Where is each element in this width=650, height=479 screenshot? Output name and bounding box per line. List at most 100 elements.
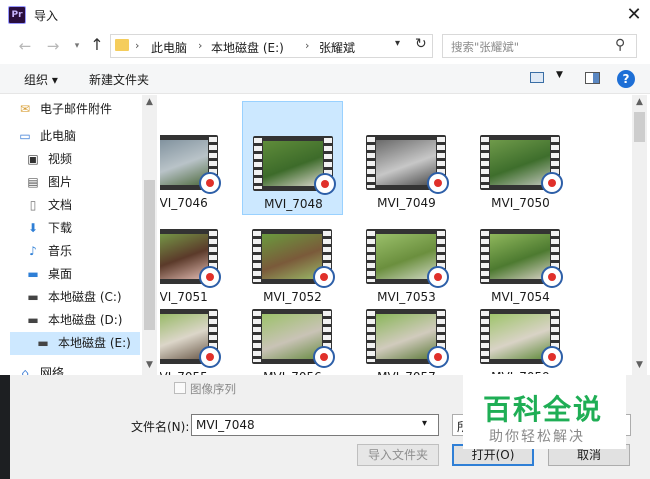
file-tile[interactable]: MVI_7046	[160, 101, 229, 215]
film-strip	[367, 231, 375, 282]
file-tile[interactable]: MVI_7049	[356, 101, 457, 215]
forward-arrow-icon[interactable]: →	[42, 35, 64, 57]
sidebar-item[interactable]: ♪ 音乐	[26, 240, 140, 263]
breadcrumb-drive-e[interactable]: 本地磁盘 (E:)	[211, 39, 284, 56]
back-arrow-icon[interactable]: ←	[14, 35, 36, 57]
sidebar-item[interactable]: ▤ 图片	[26, 171, 140, 194]
file-name: MVI_7049	[377, 196, 436, 210]
watermark-subtitle: 助你轻松解决	[489, 429, 585, 445]
drive-icon: ▬	[37, 336, 49, 350]
file-grid: MVI_7046 MVI_7048 MVI_7049 MVI_7050 MVI_7051…	[160, 95, 630, 375]
film-strip	[481, 231, 489, 282]
film-strip	[367, 137, 375, 188]
media-player-badge-icon	[427, 346, 449, 368]
preview-pane-icon[interactable]	[585, 72, 600, 84]
film-strip	[481, 311, 489, 362]
sidebar-item[interactable]: ▬ 本地磁盘 (D:)	[26, 309, 140, 332]
image-sequence-checkbox[interactable]	[174, 382, 186, 394]
sidebar-item[interactable]: ▭ 此电脑	[18, 125, 140, 148]
download-arrow-icon: ⬇	[27, 221, 39, 235]
sidebar-item-label: 此电脑	[40, 129, 77, 143]
scroll-down-icon[interactable]: ▼	[142, 360, 157, 370]
file-grid-scrollbar-thumb[interactable]	[634, 112, 645, 142]
file-name: MVI_7050	[491, 196, 550, 210]
sidebar-item-label: 本地磁盘 (E:)	[58, 336, 131, 350]
premiere-app-icon: Pr	[8, 6, 26, 24]
email-attachment-icon: ✉	[19, 102, 31, 116]
chevron-down-icon[interactable]: ▾	[422, 418, 427, 429]
chevron-down-icon[interactable]: ▼	[556, 70, 563, 80]
media-player-badge-icon	[199, 172, 221, 194]
window-title: 导入	[34, 9, 59, 23]
media-player-badge-icon	[313, 266, 335, 288]
address-bar[interactable]: › 此电脑 › 本地磁盘 (E:) › 张耀斌 ▾ ↻	[110, 34, 433, 58]
file-tile[interactable]: MVI_7057	[356, 295, 457, 375]
file-tile[interactable]: MVI_7050	[470, 101, 571, 215]
sidebar-item-label: 视频	[48, 152, 73, 166]
chevron-down-icon[interactable]: ▾	[395, 38, 400, 49]
media-player-badge-icon	[199, 266, 221, 288]
media-player-badge-icon	[427, 172, 449, 194]
film-strip	[253, 231, 261, 282]
file-tile[interactable]: MVI_7051	[160, 215, 229, 304]
nav-scrollbar-thumb[interactable]	[144, 180, 155, 330]
sidebar-item[interactable]: ▣ 视频	[26, 148, 140, 171]
sidebar-item-label: 下载	[48, 221, 73, 235]
file-tile[interactable]: MVI_7055	[160, 295, 229, 375]
sidebar-item-label: 电子邮件附件	[40, 102, 113, 116]
view-options-icon[interactable]	[530, 72, 544, 83]
sidebar-item[interactable]: ▬ 本地磁盘 (C:)	[26, 286, 140, 309]
media-player-badge-icon	[541, 346, 563, 368]
media-player-badge-icon	[541, 172, 563, 194]
up-arrow-icon[interactable]: ↑	[86, 34, 108, 56]
media-player-badge-icon	[313, 346, 335, 368]
file-tile[interactable]: MVI_7056	[242, 295, 343, 375]
breadcrumb-separator-icon: ›	[198, 39, 203, 52]
file-tile[interactable]: MVI_7054	[470, 215, 571, 304]
import-folder-button[interactable]: 导入文件夹	[357, 444, 439, 466]
refresh-icon[interactable]: ↻	[415, 36, 427, 52]
sidebar-item-label: 本地磁盘 (C:)	[48, 290, 122, 304]
new-folder-button[interactable]: 新建文件夹	[89, 71, 149, 88]
breadcrumb-this-pc[interactable]: 此电脑	[151, 39, 187, 56]
file-tile[interactable]: MVI_7052	[242, 215, 343, 304]
file-tile[interactable]: MVI_7048	[242, 101, 343, 215]
sidebar-item[interactable]: ✉ 电子邮件附件	[18, 98, 140, 121]
image-sequence-label: 图像序列	[190, 382, 236, 396]
pictures-folder-icon: ▤	[27, 175, 39, 189]
sidebar-item[interactable]: ▬ 桌面	[26, 263, 140, 286]
video-folder-icon: ▣	[27, 152, 39, 166]
search-icon: ⚲	[615, 37, 626, 53]
sidebar-item[interactable]: ▬ 本地磁盘 (E:)	[10, 332, 140, 355]
close-icon[interactable]: ✕	[620, 2, 648, 28]
filename-label: 文件名(N):	[131, 420, 190, 434]
file-tile[interactable]: MVI_7059	[470, 295, 571, 375]
help-icon[interactable]: ?	[617, 70, 635, 88]
search-input[interactable]: 搜索"张耀斌" ⚲	[442, 34, 637, 58]
media-player-badge-icon	[427, 266, 449, 288]
organize-button[interactable]: 组织 ▾	[24, 71, 58, 88]
folder-icon	[115, 39, 129, 51]
media-player-badge-icon	[199, 346, 221, 368]
scroll-down-icon[interactable]: ▼	[632, 360, 647, 370]
breadcrumb-separator-icon: ›	[305, 39, 310, 52]
scroll-up-icon[interactable]: ▲	[142, 97, 157, 107]
breadcrumb-folder[interactable]: 张耀斌	[319, 39, 355, 56]
film-strip	[367, 311, 375, 362]
file-name: MVI_7048	[264, 197, 323, 211]
film-strip	[481, 137, 489, 188]
watermark-logo: 百科全说 助你轻松解决	[463, 374, 626, 449]
media-player-badge-icon	[314, 173, 336, 195]
documents-folder-icon: ▯	[29, 198, 37, 212]
sidebar-item[interactable]: ▯ 文档	[26, 194, 140, 217]
scroll-up-icon[interactable]: ▲	[632, 97, 647, 107]
file-tile[interactable]: MVI_7053	[356, 215, 457, 304]
sidebar-item-label: 文档	[48, 198, 73, 212]
sidebar-item-label: 图片	[48, 175, 73, 189]
recent-locations-chevron-icon[interactable]: ▾	[66, 35, 88, 57]
sidebar-item[interactable]: ⬇ 下载	[26, 217, 140, 240]
sidebar-item-label: 音乐	[48, 244, 73, 258]
filename-field[interactable]: MVI_7048 ▾	[191, 414, 439, 436]
watermark-title: 百科全说	[483, 393, 604, 426]
drive-icon: ▬	[27, 290, 39, 304]
